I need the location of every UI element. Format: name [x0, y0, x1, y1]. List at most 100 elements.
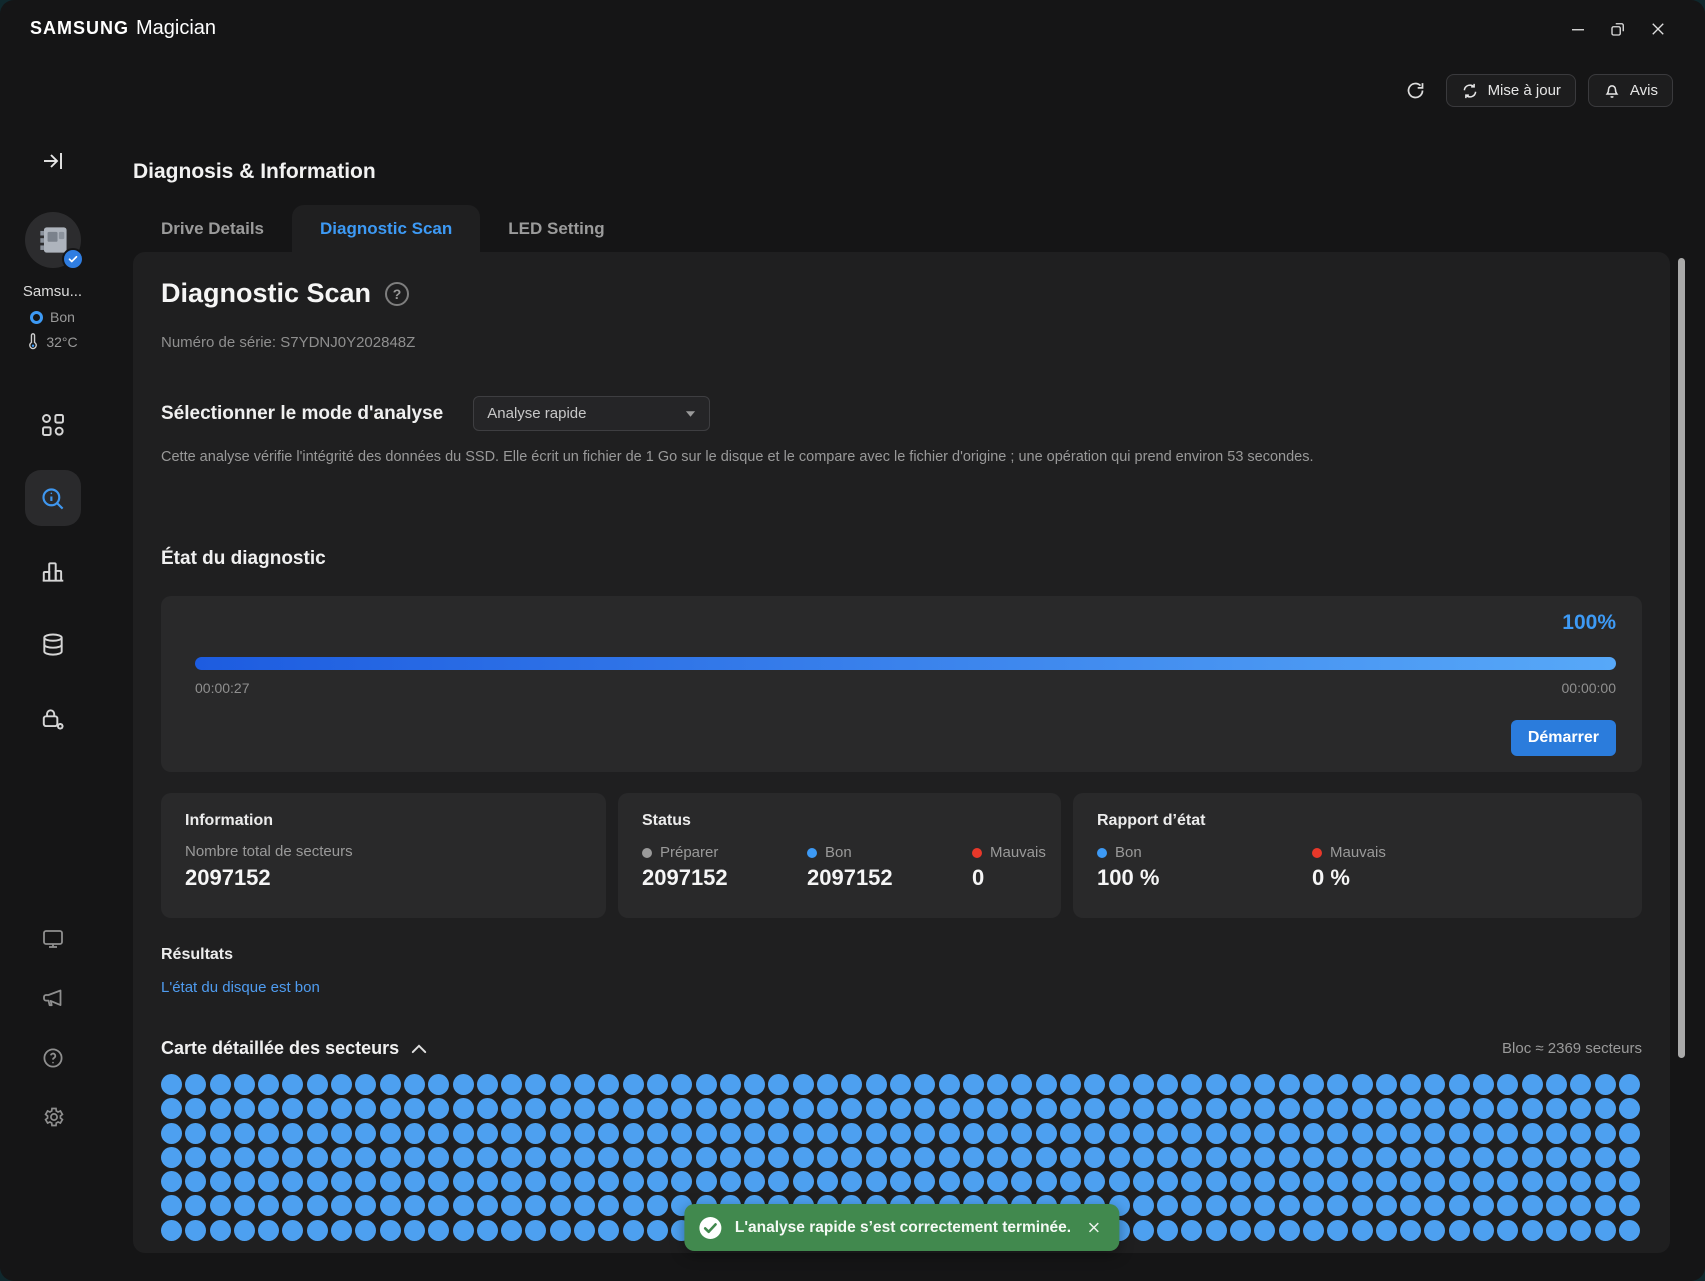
sector-dot: [1230, 1147, 1251, 1168]
sector-dot: [404, 1123, 425, 1144]
sidebar-item-diagnosis[interactable]: [25, 470, 81, 526]
sector-dot: [696, 1171, 717, 1192]
sector-dot: [428, 1074, 449, 1095]
drive-avatar[interactable]: [25, 212, 81, 268]
sidebar-item-system[interactable]: [31, 917, 75, 961]
status-item-prepare: Préparer 2097152: [642, 844, 807, 891]
sidebar-item-performance[interactable]: [25, 544, 81, 600]
toast-close-button[interactable]: [1084, 1218, 1103, 1237]
sector-dot: [550, 1195, 571, 1216]
sector-dot: [1424, 1123, 1445, 1144]
sector-dot: [1327, 1098, 1348, 1119]
sector-dot: [234, 1220, 255, 1241]
sector-dot: [307, 1074, 328, 1095]
sector-dot: [428, 1195, 449, 1216]
tab-led-setting[interactable]: LED Setting: [480, 205, 632, 252]
status-dot-bad: [972, 848, 982, 858]
minimize-button[interactable]: [1567, 18, 1589, 40]
sector-dot: [453, 1220, 474, 1241]
sector-dot: [1133, 1123, 1154, 1144]
scan-help-icon[interactable]: ?: [385, 282, 409, 306]
results-link[interactable]: L'état du disque est bon: [161, 979, 320, 996]
sector-dot: [331, 1147, 352, 1168]
sidebar-item-help[interactable]: [31, 1036, 75, 1080]
sector-dot: [598, 1123, 619, 1144]
sector-dot: [841, 1171, 862, 1192]
tab-diagnostic-scan[interactable]: Diagnostic Scan: [292, 205, 480, 252]
sector-dot: [598, 1171, 619, 1192]
sector-dot: [939, 1123, 960, 1144]
sidebar-expand-button[interactable]: [35, 148, 71, 174]
sector-dot: [939, 1074, 960, 1095]
sector-dot: [1449, 1123, 1470, 1144]
window-controls: [1567, 18, 1669, 40]
sector-dot: [623, 1147, 644, 1168]
diagnostic-status-heading: État du diagnostic: [161, 548, 326, 570]
notice-button[interactable]: Avis: [1588, 74, 1673, 107]
sector-dot: [696, 1074, 717, 1095]
sidebar-item-settings[interactable]: [31, 1095, 75, 1139]
megaphone-icon: [41, 986, 65, 1010]
sector-dot: [525, 1123, 546, 1144]
sector-dot: [866, 1098, 887, 1119]
sector-map-heading-row[interactable]: Carte détaillée des secteurs: [161, 1038, 427, 1059]
sidebar-item-announcement[interactable]: [31, 976, 75, 1020]
sector-dot: [282, 1074, 303, 1095]
sidebar-item-dashboard[interactable]: [25, 397, 81, 453]
sector-dot: [258, 1220, 279, 1241]
sidebar-item-data-management[interactable]: [25, 617, 81, 673]
restore-button[interactable]: [1607, 18, 1629, 40]
sector-dot: [1449, 1147, 1470, 1168]
toast: L'analyse rapide s’est correctement term…: [684, 1204, 1119, 1251]
start-button[interactable]: Démarrer: [1511, 720, 1616, 756]
sector-dot: [477, 1123, 498, 1144]
sector-dot: [574, 1123, 595, 1144]
close-button[interactable]: [1647, 18, 1669, 40]
status-dot-good: [807, 848, 817, 858]
sector-dot: [1522, 1098, 1543, 1119]
sidebar-item-security[interactable]: [25, 691, 81, 747]
sector-dot: [1424, 1147, 1445, 1168]
tab-drive-details[interactable]: Drive Details: [133, 205, 292, 252]
sector-dot: [550, 1220, 571, 1241]
sector-dot: [939, 1098, 960, 1119]
sector-dot: [1254, 1195, 1275, 1216]
sector-dot: [282, 1195, 303, 1216]
help-icon: [41, 1046, 65, 1070]
sector-dot: [1206, 1074, 1227, 1095]
sector-dot: [258, 1195, 279, 1216]
sector-dot: [185, 1147, 206, 1168]
sector-dot: [1181, 1098, 1202, 1119]
progress-percent: 100%: [1562, 611, 1616, 635]
sector-dot: [1109, 1147, 1130, 1168]
sector-dot: [477, 1074, 498, 1095]
sector-dot: [161, 1220, 182, 1241]
sector-dot: [258, 1147, 279, 1168]
sector-dot: [355, 1147, 376, 1168]
refresh-button[interactable]: [1403, 78, 1428, 103]
scrollbar-thumb[interactable]: [1678, 258, 1685, 1058]
sector-dot: [1230, 1098, 1251, 1119]
sector-dot: [963, 1123, 984, 1144]
sector-dot: [1497, 1123, 1518, 1144]
sector-dot: [1449, 1220, 1470, 1241]
sector-dot: [720, 1123, 741, 1144]
sector-dot: [671, 1171, 692, 1192]
sector-dot: [1522, 1123, 1543, 1144]
sector-dot: [355, 1171, 376, 1192]
update-button[interactable]: Mise à jour: [1446, 74, 1576, 107]
sector-dot: [1497, 1147, 1518, 1168]
sector-dot: [1279, 1074, 1300, 1095]
sector-dot: [1084, 1098, 1105, 1119]
mode-select[interactable]: Analyse rapide: [473, 396, 710, 431]
sector-dot: [1570, 1147, 1591, 1168]
report-value: 100 %: [1097, 865, 1312, 891]
dashboard-icon: [40, 412, 66, 438]
sector-dot: [1254, 1147, 1275, 1168]
sector-dot: [1497, 1195, 1518, 1216]
top-action-bar: Mise à jour Avis: [1403, 74, 1673, 107]
sector-dot: [1424, 1195, 1445, 1216]
sector-dot: [1303, 1195, 1324, 1216]
sector-dot: [598, 1147, 619, 1168]
sector-dot: [1376, 1074, 1397, 1095]
